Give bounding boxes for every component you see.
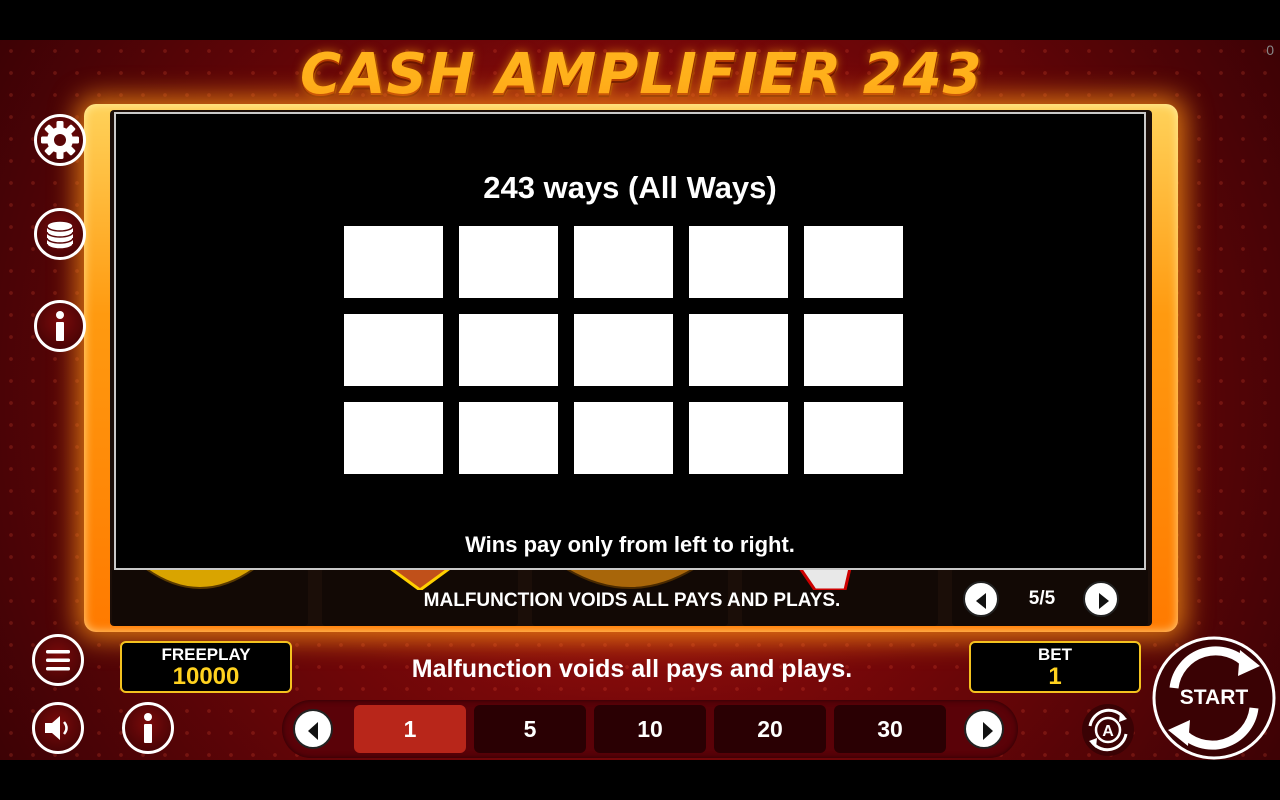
panel-footer-text: Wins pay only from left to right. <box>465 532 795 557</box>
bet-option-10[interactable]: 10 <box>594 705 706 753</box>
bet-next-button[interactable] <box>964 709 1004 749</box>
seven-symbol-partial <box>798 568 852 590</box>
lemon-symbol-partial <box>144 568 256 589</box>
grid-cell <box>344 226 443 298</box>
grid-cell <box>574 402 673 474</box>
game-info-button[interactable] <box>122 702 174 754</box>
grid-cell <box>459 226 558 298</box>
paytable-button[interactable] <box>34 208 86 260</box>
arrow-left-icon <box>976 593 986 609</box>
grid-cell <box>344 314 443 386</box>
bet-box: BET 1 <box>969 641 1141 693</box>
bet-value: 1 <box>1048 663 1062 690</box>
menu-icon <box>46 650 70 671</box>
gear-icon <box>41 121 79 159</box>
malfunction-notice: MALFUNCTION VOIDS ALL PAYS AND PLAYS. <box>423 590 841 611</box>
next-page-button[interactable] <box>1083 581 1119 617</box>
bet-option-20[interactable]: 20 <box>714 705 826 753</box>
start-label: START <box>1179 686 1249 709</box>
grid-cell <box>689 226 788 298</box>
info-button[interactable] <box>34 300 86 352</box>
arrow-right-icon <box>1099 593 1109 609</box>
settings-button[interactable] <box>34 114 86 166</box>
prev-page-button[interactable] <box>963 581 999 617</box>
page-indicator: 5/5 <box>1028 588 1056 609</box>
grid-cell <box>574 226 673 298</box>
grid-cell <box>344 402 443 474</box>
arrow-left-icon <box>308 722 318 740</box>
grid-cell <box>689 314 788 386</box>
grid-cell <box>804 314 903 386</box>
game-title: CASH AMPLIFIER 243 <box>300 42 983 107</box>
menu-button[interactable] <box>32 634 84 686</box>
bet-option-1[interactable]: 1 <box>354 705 466 753</box>
grid-cell <box>574 314 673 386</box>
bet-option-5[interactable]: 5 <box>474 705 586 753</box>
status-message: Malfunction voids all pays and plays. <box>411 655 853 683</box>
info-icon <box>144 713 152 743</box>
info-icon <box>56 311 64 341</box>
autoplay-letter: A <box>1102 723 1114 740</box>
sound-button[interactable] <box>32 702 84 754</box>
bet-option-30[interactable]: 30 <box>834 705 946 753</box>
panel-heading: 243 ways (All Ways) <box>483 170 777 205</box>
bottom-bar-black <box>0 760 1280 800</box>
bet-prev-button[interactable] <box>293 709 333 749</box>
fruit-symbol-partial <box>389 568 451 590</box>
arrow-right-icon <box>983 722 993 740</box>
coins-stack-icon <box>46 220 74 250</box>
grid-cell <box>804 226 903 298</box>
autoplay-button[interactable]: A <box>1080 702 1136 758</box>
balance-box: FREEPLAY 10000 <box>120 641 292 693</box>
speaker-icon <box>45 716 68 740</box>
grid-cell <box>459 402 558 474</box>
orange-symbol-partial <box>564 568 696 589</box>
info-panel: 243 ways (All Ways) Wins pay only from l… <box>114 112 1146 570</box>
corner-counter: 0 <box>1266 42 1274 58</box>
grid-cell <box>689 402 788 474</box>
balance-value: 10000 <box>172 663 240 690</box>
balance-label: FREEPLAY <box>161 645 251 664</box>
bet-label: BET <box>1038 645 1072 664</box>
grid-cell <box>459 314 558 386</box>
grid-cell <box>804 402 903 474</box>
